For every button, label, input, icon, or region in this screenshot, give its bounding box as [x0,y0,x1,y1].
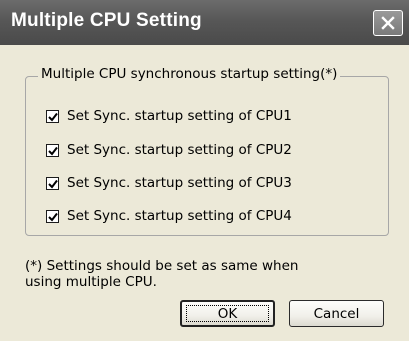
close-button[interactable] [373,10,403,36]
multiple-cpu-setting-dialog: Multiple CPU Setting Multiple CPU synchr… [0,0,409,341]
cpu1-sync-checkbox[interactable] [46,109,59,123]
cpu1-sync-checkbox-label[interactable]: Set Sync. startup setting of CPU1 [67,108,292,124]
focus-indicator [186,305,269,322]
ok-button[interactable]: OK [180,300,275,327]
cancel-button-label: Cancel [313,305,360,322]
settings-note: (*) Settings should be set as same when … [25,258,315,290]
cpu3-sync-checkbox-row[interactable]: Set Sync. startup setting of CPU3 [46,174,292,192]
cancel-button[interactable]: Cancel [289,300,384,327]
cpu1-sync-checkbox-row[interactable]: Set Sync. startup setting of CPU1 [46,107,292,125]
cpu2-sync-checkbox-row[interactable]: Set Sync. startup setting of CPU2 [46,141,292,159]
cpu4-sync-checkbox[interactable] [46,209,59,223]
settings-note-line-1: (*) Settings should be set as same when [25,258,299,274]
checkmark-icon [48,179,58,189]
checkmark-icon [48,212,58,222]
cpu3-sync-checkbox[interactable] [46,176,59,190]
close-icon [381,16,395,30]
checkmark-icon [48,146,58,156]
checkmark-icon [48,112,58,122]
cpu2-sync-checkbox[interactable] [46,143,59,157]
cpu4-sync-checkbox-row[interactable]: Set Sync. startup setting of CPU4 [46,207,292,225]
title-bar[interactable]: Multiple CPU Setting [0,0,409,45]
settings-note-line-2: using multiple CPU. [25,274,157,290]
window-title: Multiple CPU Setting [11,10,202,31]
cpu2-sync-checkbox-label[interactable]: Set Sync. startup setting of CPU2 [67,142,292,158]
groupbox-legend: Multiple CPU synchronous startup setting… [38,66,341,82]
cpu3-sync-checkbox-label[interactable]: Set Sync. startup setting of CPU3 [67,175,292,191]
cpu4-sync-checkbox-label[interactable]: Set Sync. startup setting of CPU4 [67,208,292,224]
